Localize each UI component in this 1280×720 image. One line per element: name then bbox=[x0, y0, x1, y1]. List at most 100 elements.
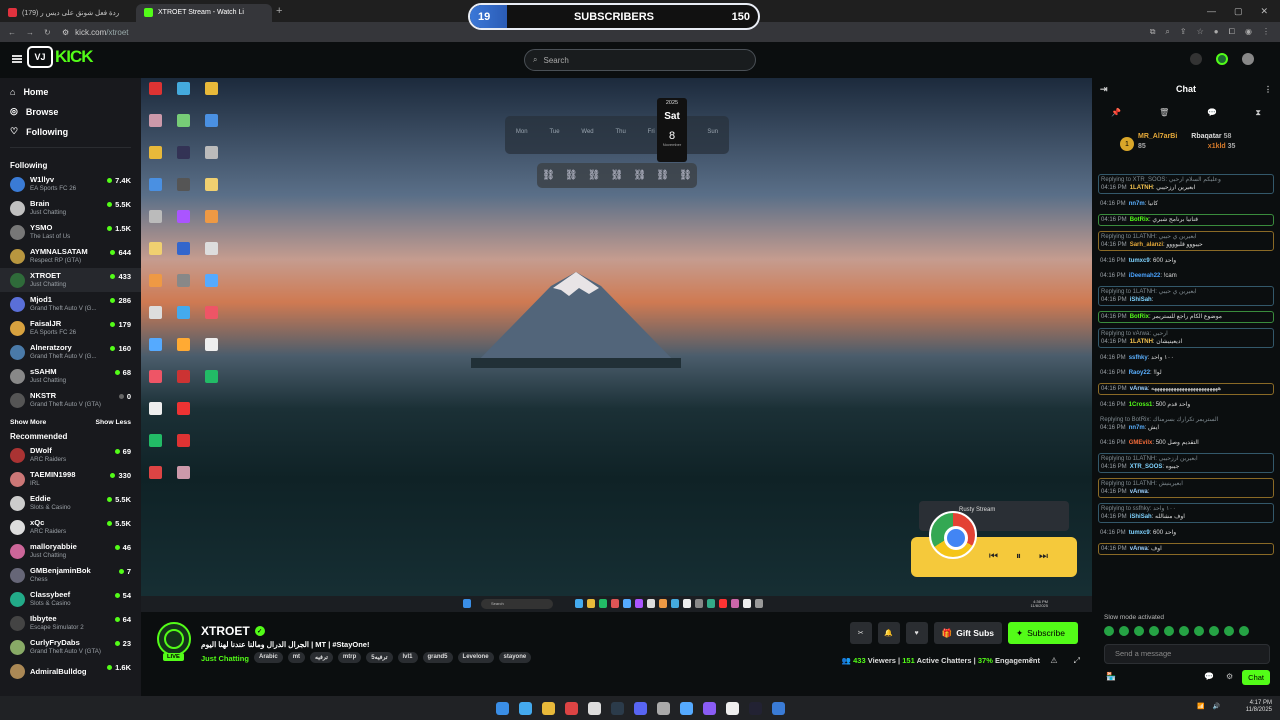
zoom-icon[interactable]: ⌕ bbox=[1165, 27, 1169, 37]
taskbar-app-icon[interactable] bbox=[702, 701, 716, 715]
show-more-button[interactable]: Show More bbox=[10, 419, 46, 426]
emote-icon[interactable] bbox=[1164, 626, 1174, 636]
bookmark-star-icon[interactable]: ☆ bbox=[1197, 27, 1204, 37]
chat-settings-icon[interactable]: ⚙ bbox=[1226, 672, 1233, 681]
emote-icon[interactable] bbox=[1239, 626, 1249, 636]
message-username[interactable]: vArwa bbox=[1130, 386, 1148, 392]
chat-message[interactable]: Replying to XTR_SOOS: وعليكم السلام ارحب… bbox=[1098, 174, 1274, 194]
gift-shop-icon[interactable]: 🏪 bbox=[1106, 672, 1116, 681]
sidebar-channel-ibbytee[interactable]: Ibbytee Escape Simulator 2 64 bbox=[0, 611, 141, 635]
theater-mode-icon[interactable]: ⤢ bbox=[1074, 656, 1080, 666]
message-username[interactable]: Raoy22 bbox=[1129, 370, 1150, 376]
taskbar-app-icon[interactable] bbox=[633, 701, 647, 715]
profile-avatar-icon[interactable]: ◉ bbox=[1245, 27, 1252, 37]
hamburger-menu-icon[interactable] bbox=[12, 55, 22, 63]
emote-icon[interactable] bbox=[1179, 626, 1189, 636]
message-username[interactable]: tumxc9 bbox=[1129, 530, 1150, 536]
message-username[interactable]: BotRix bbox=[1130, 217, 1149, 223]
user-avatar[interactable] bbox=[1242, 53, 1254, 65]
emote-icon[interactable] bbox=[1104, 626, 1114, 636]
send-chat-button[interactable]: Chat bbox=[1242, 670, 1270, 685]
chat-message[interactable]: 04:16 PM GMEvilx: التقديم وصل 500 bbox=[1098, 438, 1274, 448]
emote-icon[interactable] bbox=[1134, 626, 1144, 636]
minimize-icon[interactable]: — bbox=[1207, 6, 1216, 16]
kick-logo[interactable]: VJ KICK bbox=[27, 46, 94, 68]
taskbar-app-icon[interactable] bbox=[541, 701, 555, 715]
message-username[interactable]: 1LATNH bbox=[1130, 339, 1153, 345]
notification-bell-button[interactable]: 🔔 bbox=[877, 622, 900, 644]
search-input[interactable]: ⌕ Search bbox=[524, 49, 756, 71]
message-username[interactable]: BotRix bbox=[1130, 314, 1149, 320]
bubble-icon[interactable]: 💬 bbox=[1207, 108, 1217, 118]
taskbar-app-icon[interactable] bbox=[725, 701, 739, 715]
emote-icon[interactable] bbox=[1194, 626, 1204, 636]
sidebar-channel-dwolf[interactable]: DWolf ARC Raiders 69 bbox=[0, 443, 141, 467]
browser-tab-kick[interactable]: XTROET Stream - Watch Li bbox=[136, 3, 272, 22]
emote-icon[interactable] bbox=[1149, 626, 1159, 636]
video-player[interactable]: Mon Tue Wed Thu Fri Sat Sun 2025 Sat 8 Novembe… bbox=[141, 78, 1092, 612]
site-info-icon[interactable]: ⚙ bbox=[62, 28, 69, 37]
emote-icon[interactable] bbox=[1119, 626, 1129, 636]
chat-menu-icon[interactable]: ⋮ bbox=[1264, 85, 1272, 94]
chat-message[interactable]: 04:16 PM 1Cross1: واحد قدم 500 bbox=[1098, 400, 1274, 410]
stream-tag[interactable]: 5ترفيه bbox=[366, 652, 393, 663]
message-username[interactable]: Sarh_alanzi bbox=[1130, 242, 1163, 248]
taskbar-app-icon[interactable] bbox=[564, 701, 578, 715]
sidebar-channel-gmbenjaminbok[interactable]: GMBenjaminBok Chess 7 bbox=[0, 563, 141, 587]
nav-following[interactable]: ♡ Following bbox=[10, 126, 131, 137]
channel-avatar[interactable] bbox=[157, 622, 191, 656]
channel-name[interactable]: XTROET bbox=[201, 624, 250, 638]
sidebar-channel-ssahm[interactable]: sSAHM Just Chatting 68 bbox=[0, 364, 141, 388]
close-icon[interactable]: ✕ bbox=[1260, 6, 1268, 17]
back-icon[interactable]: ← bbox=[8, 28, 16, 37]
sidebar-channel-xqc[interactable]: xQc ARC Raiders 5.5K bbox=[0, 515, 141, 539]
sidebar-channel-admiralbulldog[interactable]: AdmiralBulldog 1.6K bbox=[0, 659, 141, 683]
emote-icon[interactable] bbox=[1209, 626, 1219, 636]
nav-browse[interactable]: ◎ Browse bbox=[10, 106, 131, 117]
extensions-puzzle-icon[interactable]: ⧠ bbox=[1229, 27, 1235, 37]
taskbar-app-icon[interactable] bbox=[495, 701, 509, 715]
browser-tab-youtube[interactable]: (179) ردة فعل شونق على ديس ر bbox=[0, 4, 136, 22]
stream-tag[interactable]: grand5 bbox=[422, 652, 453, 663]
taskbar-app-icon[interactable] bbox=[748, 701, 762, 715]
chat-message[interactable]: 04:16 PM vArwa: ههههههههههههههههههههههههه bbox=[1098, 383, 1274, 395]
notifications-icon[interactable] bbox=[1190, 53, 1202, 65]
message-username[interactable]: tumxc9 bbox=[1129, 258, 1150, 264]
sidebar-channel-eddie[interactable]: Eddie Slots & Casino 5.5K bbox=[0, 491, 141, 515]
message-username[interactable]: 1LATNH bbox=[1130, 185, 1153, 191]
stream-category[interactable]: Just Chatting bbox=[201, 654, 249, 663]
chat-message[interactable]: Replying to BotRix: الستريمر تكرارك بسرم… bbox=[1098, 415, 1274, 433]
message-username[interactable]: ssfhky bbox=[1129, 355, 1148, 361]
chat-message[interactable]: 04:16 PM BotRix: موضوع الكام راجع للستريم… bbox=[1098, 311, 1274, 323]
chat-message[interactable]: 04:16 PM tumxc9: 600 واحد bbox=[1098, 256, 1274, 266]
chat-message[interactable]: 04:16 PM tumxc9: 600 واحد bbox=[1098, 528, 1274, 538]
sidebar-channel-alneratzory[interactable]: Alneratzory Grand Theft Auto V (G... 160 bbox=[0, 340, 141, 364]
message-username[interactable]: GMEvilx bbox=[1129, 440, 1153, 446]
sidebar-channel-faisaljr[interactable]: FaisalJR EA Sports FC 26 179 bbox=[0, 316, 141, 340]
extension-icon[interactable]: ● bbox=[1214, 27, 1219, 37]
taskbar-app-icon[interactable] bbox=[679, 701, 693, 715]
url-field[interactable]: ⚙ kick.com/xtroet bbox=[62, 28, 129, 37]
stream-tag[interactable]: stayone bbox=[498, 652, 532, 663]
chat-message[interactable]: Replying to 1LATNH: ابعيرينيش 04:16 PM vAr… bbox=[1098, 478, 1274, 498]
report-icon[interactable]: ⚠ bbox=[1050, 656, 1057, 666]
stream-tag[interactable]: Levelone bbox=[457, 652, 494, 663]
message-username[interactable]: iShiSah bbox=[1130, 297, 1152, 303]
taskbar-app-icon[interactable] bbox=[771, 701, 785, 715]
message-username[interactable]: XTR_SOOS bbox=[1130, 464, 1163, 470]
sidebar-channel-w1llyv[interactable]: W1llyv EA Sports FC 26 7.4K bbox=[0, 172, 141, 196]
chat-message[interactable]: 04:16 PM ssfhky: ١٠٠ واحد bbox=[1098, 353, 1274, 363]
kick-coins-icon[interactable] bbox=[1216, 53, 1228, 65]
message-username[interactable]: vArwa bbox=[1130, 546, 1148, 552]
message-username[interactable]: iShiSah bbox=[1130, 514, 1152, 520]
reload-icon[interactable]: ↻ bbox=[44, 28, 51, 37]
chat-bubble-icon[interactable]: 💬 bbox=[1204, 672, 1214, 681]
collapse-chat-icon[interactable]: ⇥ bbox=[1100, 84, 1108, 95]
chat-message[interactable]: 04:16 PM vArwa: اوف bbox=[1098, 543, 1274, 555]
chat-message[interactable]: 04:16 PM nn7m: كانيا bbox=[1098, 199, 1274, 209]
chat-message[interactable]: Replying to 1LATNH: ابعيرين ي حيبي 04:16 … bbox=[1098, 231, 1274, 251]
follow-heart-button[interactable]: ♥ bbox=[905, 622, 928, 644]
message-username[interactable]: vArwa bbox=[1130, 489, 1148, 495]
gift-subs-button[interactable]: 🎁 Gift Subs bbox=[933, 622, 1002, 644]
message-username[interactable]: nn7m bbox=[1129, 201, 1145, 207]
